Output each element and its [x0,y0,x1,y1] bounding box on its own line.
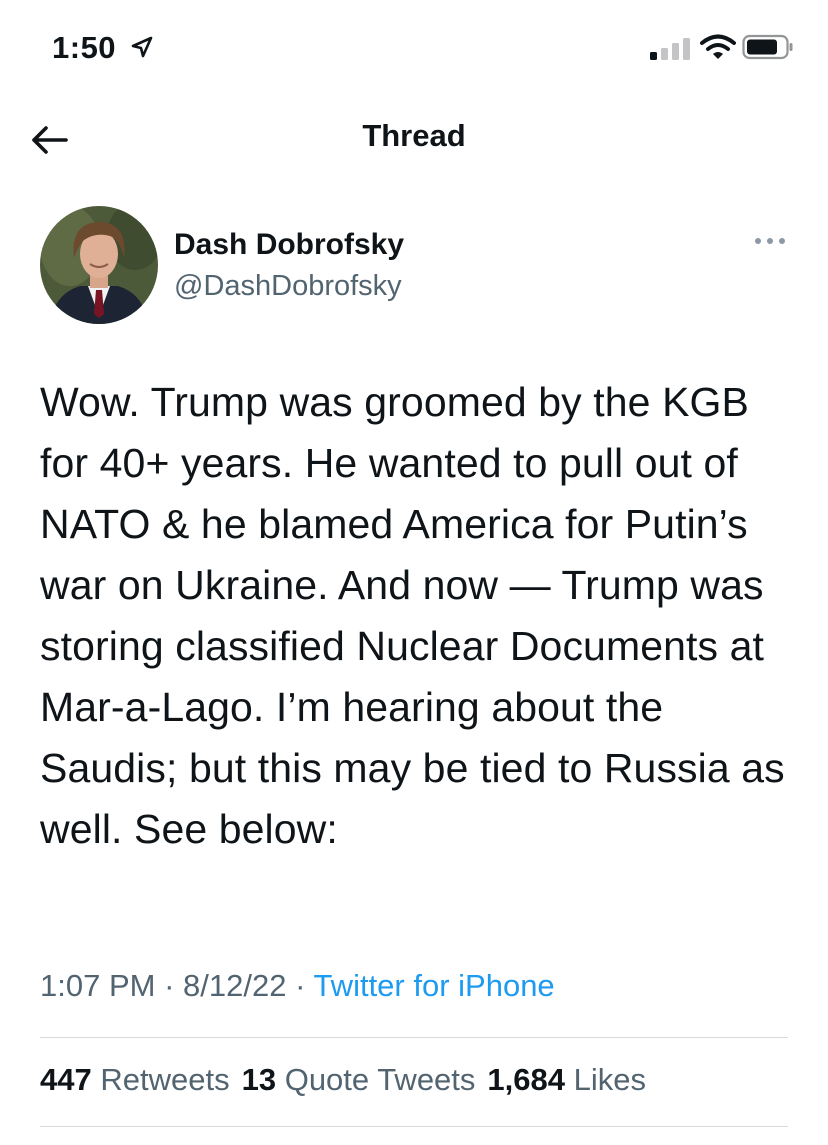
nav-header: Thread [0,96,828,186]
tweet-stats: 447 Retweets 13 Quote Tweets 1,684 Likes [40,1062,646,1098]
status-bar: 1:50 [0,0,828,96]
avatar[interactable] [40,206,158,324]
retweets-count: 447 [40,1062,92,1097]
quote-tweets-stat[interactable]: 13 Quote Tweets [242,1062,476,1097]
more-options-icon[interactable] [752,234,788,248]
location-arrow-icon [131,36,153,58]
likes-count: 1,684 [487,1062,565,1097]
retweets-stat[interactable]: 447 Retweets [40,1062,230,1097]
tweet-time: 1:07 PM [40,968,156,1003]
status-time: 1:50 [52,30,117,65]
wifi-icon [700,34,736,59]
likes-stat[interactable]: 1,684 Likes [487,1062,646,1097]
tweet-author: Dash Dobrofsky @DashDobrofsky [40,206,800,326]
battery-icon [742,34,793,60]
quotes-label: Quote Tweets [284,1062,476,1097]
quotes-count: 13 [241,1062,277,1097]
tweet-text: Wow. Trump was groomed by the KGB for 40… [40,379,785,852]
retweets-label: Retweets [100,1062,230,1097]
divider [40,1126,788,1127]
page-title: Thread [362,118,466,153]
tweet-source-link[interactable]: Twitter for iPhone [313,968,554,1003]
divider [40,1037,788,1038]
tweet-date: 8/12/22 [183,968,287,1003]
author-name[interactable]: Dash Dobrofsky [174,228,404,262]
cellular-signal-icon [650,38,690,60]
likes-label: Likes [573,1062,646,1097]
tweet-meta: 1:07 PM · 8/12/22 · Twitter for iPhone [40,968,555,1003]
author-handle[interactable]: @DashDobrofsky [174,270,402,303]
